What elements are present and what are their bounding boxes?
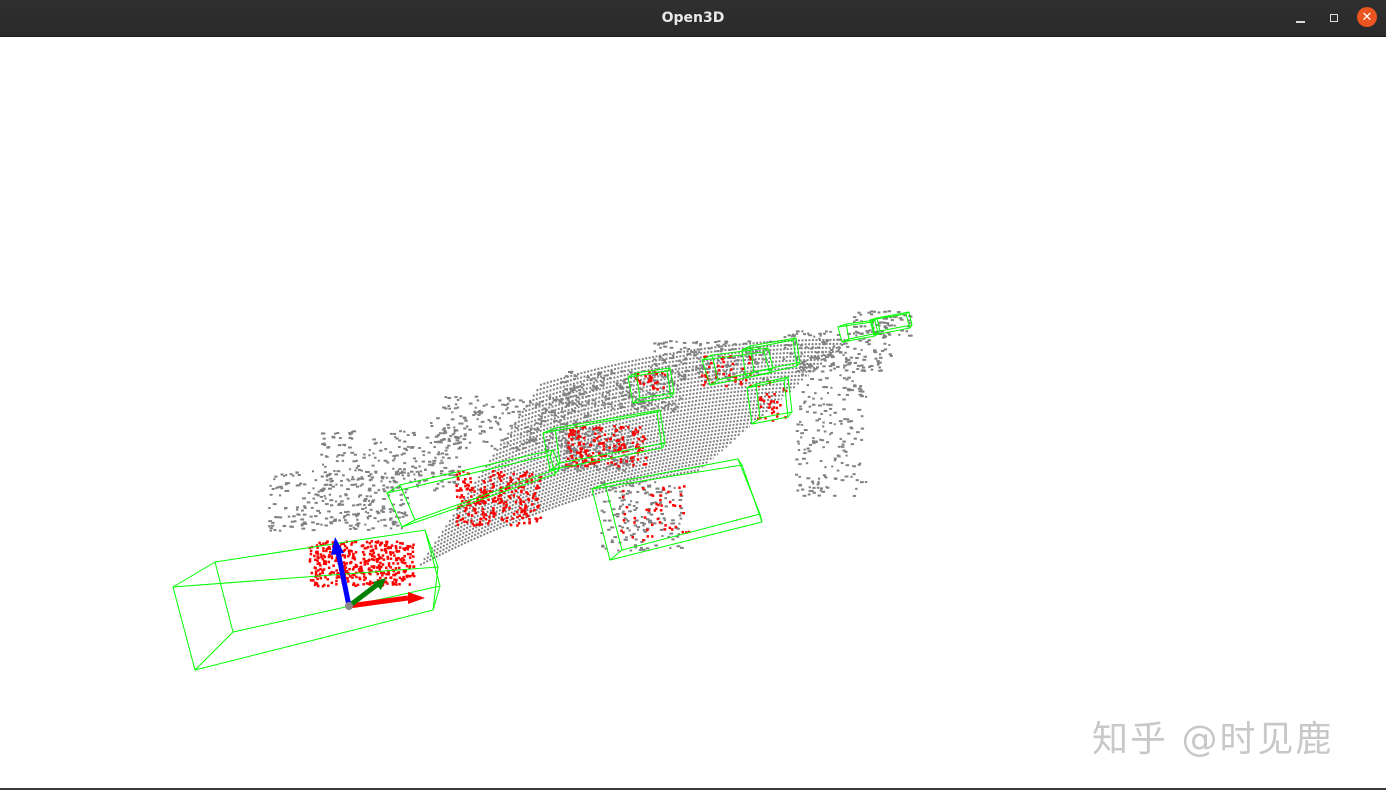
point-cloud-scene[interactable]	[0, 37, 1386, 790]
maximize-icon	[1330, 14, 1338, 22]
minimize-icon	[1295, 21, 1305, 23]
watermark-text: 知乎 @时见鹿	[1092, 719, 1334, 760]
point-cluster-car-right	[600, 480, 684, 552]
3d-viewport[interactable]	[0, 37, 1386, 790]
maximize-button[interactable]	[1324, 8, 1344, 28]
point-cluster-left	[268, 470, 410, 532]
close-icon: ✕	[1361, 9, 1373, 25]
close-button[interactable]: ✕	[1357, 7, 1377, 27]
title-bar[interactable]: Open3D ✕	[0, 0, 1386, 37]
red-points-car-4	[620, 485, 691, 542]
window-title: Open3D	[661, 10, 725, 26]
axis-x-arrowhead	[408, 592, 425, 604]
axis-origin	[345, 602, 353, 610]
minimize-button[interactable]	[1290, 8, 1310, 28]
open3d-window: Open3D ✕ 知乎 @时见鹿	[0, 0, 1386, 790]
red-points-car-1	[308, 540, 416, 588]
point-cluster-far-right	[782, 330, 893, 372]
